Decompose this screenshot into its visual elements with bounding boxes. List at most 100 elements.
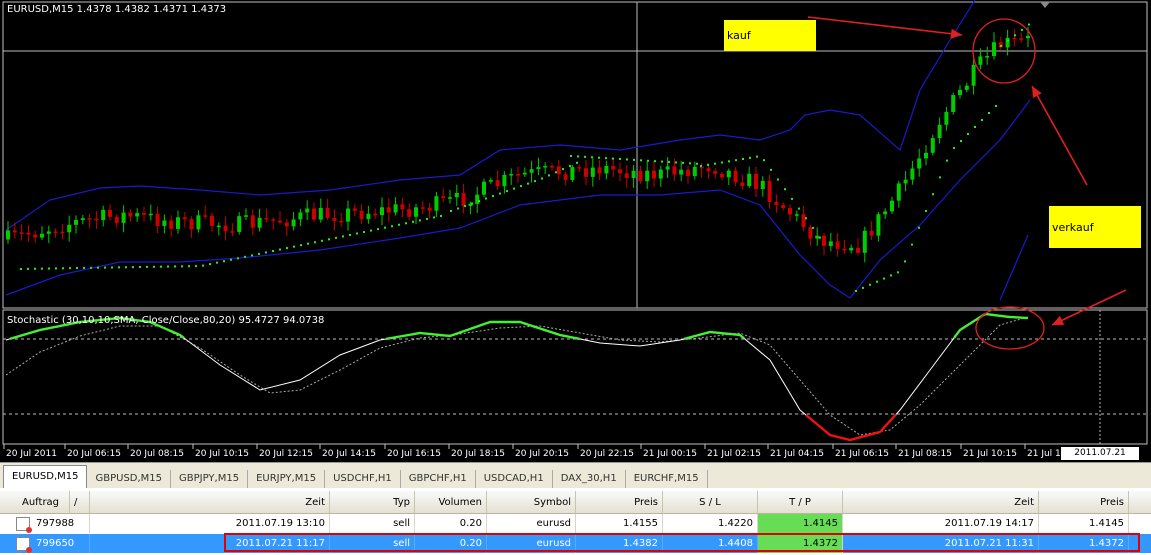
sar-dot — [76, 267, 78, 270]
take-profit: 1.4145 — [758, 514, 843, 533]
candle-body — [366, 213, 371, 220]
sar-dot — [995, 105, 997, 107]
col-preis-open[interactable]: Preis — [576, 491, 663, 513]
tab-gbpjpy-m15[interactable]: GBPJPY,M15 — [171, 470, 249, 488]
sar-dot — [209, 263, 211, 266]
sar-dot — [675, 161, 677, 164]
tab-eurchf-m15[interactable]: EURCHF,M15 — [626, 470, 708, 488]
tab-gbpchf-h1[interactable]: GBPCHF,H1 — [401, 470, 476, 488]
candle-body — [414, 207, 418, 217]
candle-body — [890, 200, 894, 212]
sar-dot — [911, 243, 913, 246]
candle-body — [461, 192, 466, 206]
col-typ[interactable]: Typ — [330, 491, 415, 513]
volume: 0.20 — [415, 514, 487, 533]
close-price: 1.4145 — [1039, 514, 1129, 533]
sar-dot — [216, 261, 218, 264]
sar-dot — [223, 260, 225, 263]
candle-body — [1012, 37, 1017, 40]
sort-icon[interactable]: / — [70, 491, 90, 513]
sar-dot — [62, 267, 64, 270]
time-label: 20 Jul 22:15 — [580, 449, 634, 459]
sar-dot — [960, 140, 962, 142]
order-type: sell — [330, 514, 415, 533]
tab-usdchf-h1[interactable]: USDCHF,H1 — [325, 470, 401, 488]
sar-dot — [132, 266, 134, 269]
tab-eurjpy-m15[interactable]: EURJPY,M15 — [248, 470, 326, 488]
sar-dot — [167, 265, 169, 268]
sar-dot — [48, 267, 50, 270]
sar-dot — [742, 158, 744, 160]
time-label: 21 Jul 00:15 — [643, 449, 697, 459]
sar-dot — [1007, 39, 1009, 42]
candle-body — [318, 207, 323, 220]
col-auftrag[interactable]: Auftrag — [0, 491, 70, 513]
stop-loss: 1.4408 — [663, 534, 758, 553]
candle-body — [604, 166, 609, 174]
sar-dot — [1028, 23, 1030, 26]
candle-body — [822, 235, 826, 246]
candle-body — [767, 180, 772, 202]
tab-usdcad-h1[interactable]: USDCAD,H1 — [476, 470, 553, 488]
candle-body — [930, 138, 935, 153]
col-symbol[interactable]: Symbol — [487, 491, 576, 513]
candle-body — [590, 167, 595, 177]
tab-dax30-h1[interactable]: DAX_30,H1 — [553, 470, 626, 488]
candle-body — [182, 217, 187, 220]
sar-dot — [548, 174, 550, 177]
symbol: eurusd — [487, 514, 576, 533]
candle-body — [760, 180, 765, 190]
sar-dot — [918, 226, 920, 229]
sar-dot — [654, 160, 656, 163]
col-volumen[interactable]: Volumen — [415, 491, 487, 513]
candle-body — [448, 197, 452, 199]
sar-dot — [499, 192, 501, 195]
col-preis-close[interactable]: Preis — [1039, 491, 1129, 513]
sar-dot — [485, 197, 487, 200]
time-label: 20 Jul 14:15 — [322, 449, 376, 459]
col-tp[interactable]: T / P — [758, 491, 843, 513]
candle-body — [278, 220, 282, 223]
candle-body — [128, 212, 133, 217]
sar-dot — [925, 210, 927, 212]
col-zeit-open[interactable]: Zeit — [90, 491, 330, 513]
table-row-selected[interactable]: 799650 2011.07.21 11:17 sell 0.20 eurusd… — [0, 534, 1151, 553]
candle-body — [386, 207, 391, 213]
candle-body — [611, 166, 616, 170]
table-row[interactable]: 797988 2011.07.19 13:10 sell 0.20 eurusd… — [0, 514, 1151, 533]
candle-body — [53, 231, 58, 233]
candle-body — [733, 170, 738, 183]
col-sl[interactable]: S / L — [663, 491, 758, 513]
sar-dot — [384, 226, 386, 229]
time-label: 21 Jul 06:15 — [835, 449, 889, 459]
sar-dot — [181, 265, 183, 268]
sar-dot — [286, 247, 288, 250]
time-label: 20 Jul 06:15 — [67, 449, 121, 459]
tab-eurusd-m15[interactable]: EURUSD,M15 — [3, 465, 88, 488]
tab-gbpusd-m15[interactable]: GBPUSD,M15 — [87, 470, 172, 488]
sar-dot — [139, 266, 141, 269]
sar-dot — [293, 245, 295, 248]
candle-body — [210, 215, 214, 226]
sar-dot — [370, 229, 372, 232]
sar-dot — [707, 163, 709, 166]
table-header: Auftrag / Zeit Typ Volumen Symbol Preis … — [0, 491, 1151, 514]
candle-body — [352, 208, 357, 211]
stop-loss: 1.4220 — [663, 514, 758, 533]
sar-dot — [450, 210, 452, 212]
col-zeit-close[interactable]: Zeit — [843, 491, 1039, 513]
sar-dot — [321, 239, 323, 242]
sar-dot — [202, 264, 204, 267]
sar-dot — [735, 159, 737, 162]
candle-body — [774, 201, 779, 206]
open-price: 1.4382 — [576, 534, 663, 553]
candle-body — [312, 208, 316, 220]
open-time: 2011.07.21 11:17 — [90, 534, 330, 553]
price-chart[interactable]: EURUSD,M15 1.4378 1.4382 1.4371 1.4373 S… — [0, 0, 1151, 462]
indicator-label: Stochastic (30,10,10,SMA, Close/Close,80… — [7, 315, 324, 326]
candle-body — [12, 230, 17, 233]
time-label: 20 Jul 08:15 — [130, 449, 184, 459]
time-label: 20 Jul 12:15 — [259, 449, 313, 459]
sar-dot — [20, 268, 22, 270]
sar-dot — [798, 207, 800, 210]
